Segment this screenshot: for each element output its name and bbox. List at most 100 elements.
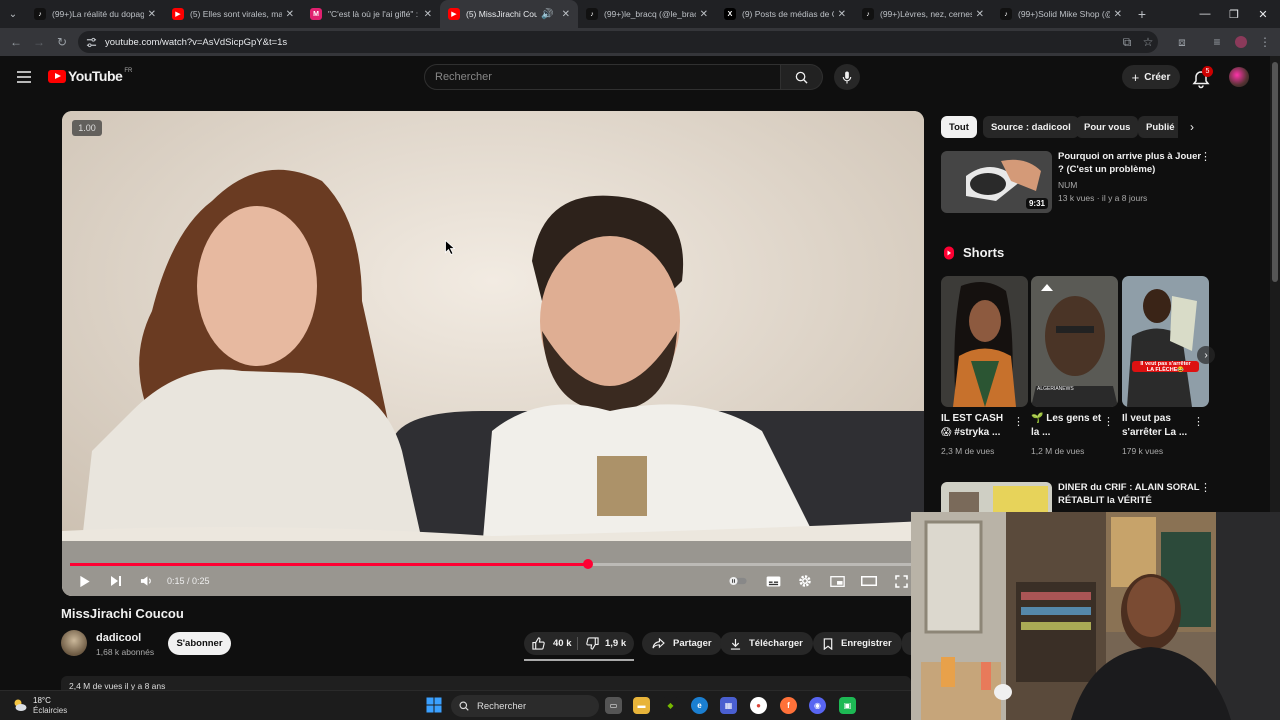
close-icon[interactable]: ✕ <box>148 9 156 20</box>
search-button[interactable] <box>781 64 823 90</box>
volume-button[interactable] <box>137 572 155 590</box>
next-button[interactable] <box>107 572 125 590</box>
extensions-icon[interactable]: ⧈ <box>1174 34 1190 50</box>
file-explorer-icon[interactable]: ▬ <box>633 697 650 714</box>
browser-tab[interactable]: X (9) Posts de médias de C ✕ <box>716 0 854 28</box>
browser-tab[interactable]: ♪ (99+)Lèvres, nez, cernes ✕ <box>854 0 992 28</box>
browser-menu-icon[interactable]: ⋮ <box>1257 34 1273 50</box>
close-icon[interactable]: ✕ <box>700 9 708 20</box>
close-icon[interactable]: ✕ <box>286 9 294 20</box>
close-icon[interactable]: ✕ <box>562 9 570 20</box>
bookmark-star-icon[interactable]: ☆ <box>1140 34 1156 50</box>
recommendation-channel[interactable]: NUM <box>1058 180 1077 190</box>
firefox-icon[interactable]: f <box>780 697 797 714</box>
description-box[interactable]: 2,4 M de vues il y a 8 ans <box>61 676 911 690</box>
more-vert-icon[interactable]: ⋮ <box>1200 483 1211 494</box>
more-vert-icon[interactable]: ⋮ <box>1193 417 1204 428</box>
address-bar[interactable]: youtube.com/watch?v=AsVdSicpGpY&t=1s <box>78 31 1158 53</box>
short-thumbnail[interactable] <box>941 276 1028 407</box>
speaker-icon[interactable]: 🔊 <box>541 9 553 20</box>
search-input[interactable]: Rechercher <box>424 64 781 90</box>
more-vert-icon[interactable]: ⋮ <box>1103 417 1114 428</box>
progress-scrubber[interactable] <box>582 559 593 569</box>
short-title[interactable]: 🌱 Les gens et la ... <box>1031 412 1105 440</box>
chip-for-you[interactable]: Pour vous <box>1076 116 1139 138</box>
subtitles-button[interactable] <box>764 572 782 590</box>
site-info-icon[interactable] <box>86 37 97 48</box>
edge-icon[interactable]: e <box>691 697 708 714</box>
video-player[interactable]: 1.00 0:15 / 0:25 <box>62 111 924 596</box>
short-thumbnail[interactable]: Il veut pas s'arrêter LA FLÈCHE😂 <box>1122 276 1209 407</box>
voice-search-button[interactable] <box>834 64 860 90</box>
nvidia-icon[interactable]: ◆ <box>662 697 679 714</box>
short-thumbnail[interactable]: ALGERIANEWS <box>1031 276 1118 407</box>
browser-tab[interactable]: ♪ (99+)La réalité du dopage ✕ <box>26 0 164 28</box>
channel-name[interactable]: dadicool <box>96 632 141 644</box>
browser-tab[interactable]: ▶ (5) Elles sont virales, mais ✕ <box>164 0 302 28</box>
discord-icon[interactable]: ◉ <box>809 697 826 714</box>
more-actions-button[interactable] <box>902 632 911 655</box>
new-tab-button[interactable]: + <box>1130 0 1154 28</box>
dislike-button[interactable]: 1,9 k <box>586 636 626 651</box>
miniplayer-button[interactable] <box>828 572 846 590</box>
account-avatar[interactable] <box>1229 67 1249 87</box>
recommendation-thumbnail[interactable] <box>941 482 1052 512</box>
app-icon[interactable]: ▣ <box>839 697 856 714</box>
window-close-icon[interactable]: ✕ <box>1248 0 1278 28</box>
like-button[interactable]: 40 k <box>532 636 572 651</box>
forward-icon[interactable]: → <box>31 34 47 50</box>
chip-all[interactable]: Tout <box>941 116 977 138</box>
browser-tab[interactable]: M "C'est là où je l'ai giflé" : E ✕ <box>302 0 440 28</box>
chip-published[interactable]: Publié <box>1138 116 1178 138</box>
progress-bar[interactable] <box>70 559 912 569</box>
weather-temperature[interactable]: 18°C <box>33 696 51 705</box>
fullscreen-button[interactable] <box>892 572 910 590</box>
taskbar-search[interactable]: Rechercher <box>451 695 599 717</box>
back-icon[interactable]: ← <box>8 34 24 50</box>
share-button[interactable]: Partager <box>642 632 722 655</box>
subscribe-button[interactable]: S'abonner <box>168 632 231 655</box>
browser-tab-strip: ⌄ ♪ (99+)La réalité du dopage ✕ ▶ (5) El… <box>0 0 1280 28</box>
create-button[interactable]: + Créer <box>1122 65 1180 89</box>
recommendation-thumbnail[interactable]: 9:31 <box>941 151 1052 213</box>
scrollbar-thumb[interactable] <box>1272 62 1278 282</box>
more-vert-icon[interactable]: ⋮ <box>1200 152 1211 163</box>
youtube-logo[interactable]: YouTube FR <box>48 68 132 84</box>
download-button[interactable]: Télécharger <box>720 632 813 655</box>
browser-tab[interactable]: ♪ (99+)Solid Mike Shop (@ ✕ <box>992 0 1130 28</box>
save-button[interactable]: Enregistrer <box>813 632 902 655</box>
more-vert-icon[interactable]: ⋮ <box>1013 417 1024 428</box>
chevron-right-icon[interactable]: › <box>1184 119 1200 135</box>
chip-source[interactable]: Source : dadicool <box>983 116 1079 138</box>
shorts-header: Shorts <box>943 245 1004 260</box>
shorts-next-button[interactable]: › <box>1197 346 1215 364</box>
weather-description[interactable]: Éclaircies <box>33 706 67 715</box>
task-view-icon[interactable]: ▭ <box>605 697 622 714</box>
close-icon[interactable]: ✕ <box>838 9 846 20</box>
close-icon[interactable]: ✕ <box>1114 9 1122 20</box>
short-title[interactable]: Il veut pas s'arrêter La ... <box>1122 412 1196 440</box>
recommendation-title[interactable]: Pourquoi on arrive plus à Jouer ? (C'est… <box>1058 150 1203 176</box>
close-icon[interactable]: ✕ <box>976 9 984 20</box>
channel-avatar[interactable] <box>61 630 87 656</box>
tab-search-icon[interactable]: ⌄ <box>0 0 26 28</box>
profile-icon[interactable] <box>1233 34 1249 50</box>
chrome-icon[interactable]: ● <box>750 697 767 714</box>
reload-icon[interactable]: ↻ <box>54 34 70 50</box>
settings-button[interactable] <box>796 572 814 590</box>
theater-mode-button[interactable] <box>860 572 878 590</box>
minimize-icon[interactable]: — <box>1190 0 1220 28</box>
close-icon[interactable]: ✕ <box>424 9 432 20</box>
store-icon[interactable]: ▦ <box>720 697 737 714</box>
recommendation-title[interactable]: DINER du CRIF : ALAIN SORAL RÉTABLIT la … <box>1058 481 1203 507</box>
play-button[interactable] <box>76 572 94 590</box>
hamburger-menu-icon[interactable] <box>17 71 31 83</box>
media-controls-icon[interactable]: ≡ <box>1209 34 1225 50</box>
browser-tab[interactable]: ♪ (99+)le_bracq (@le_bracq ✕ <box>578 0 716 28</box>
windows-start-icon[interactable] <box>426 697 442 713</box>
browser-tab-active[interactable]: ▶ (5) MissJirachi Coucou 🔊 ✕ <box>440 0 578 28</box>
short-title[interactable]: IL EST CASH 😱 #stryka ... <box>941 412 1015 440</box>
install-app-icon[interactable]: ⧉ <box>1119 34 1135 50</box>
restore-icon[interactable]: ❐ <box>1219 0 1249 28</box>
autoplay-toggle[interactable] <box>729 572 747 590</box>
